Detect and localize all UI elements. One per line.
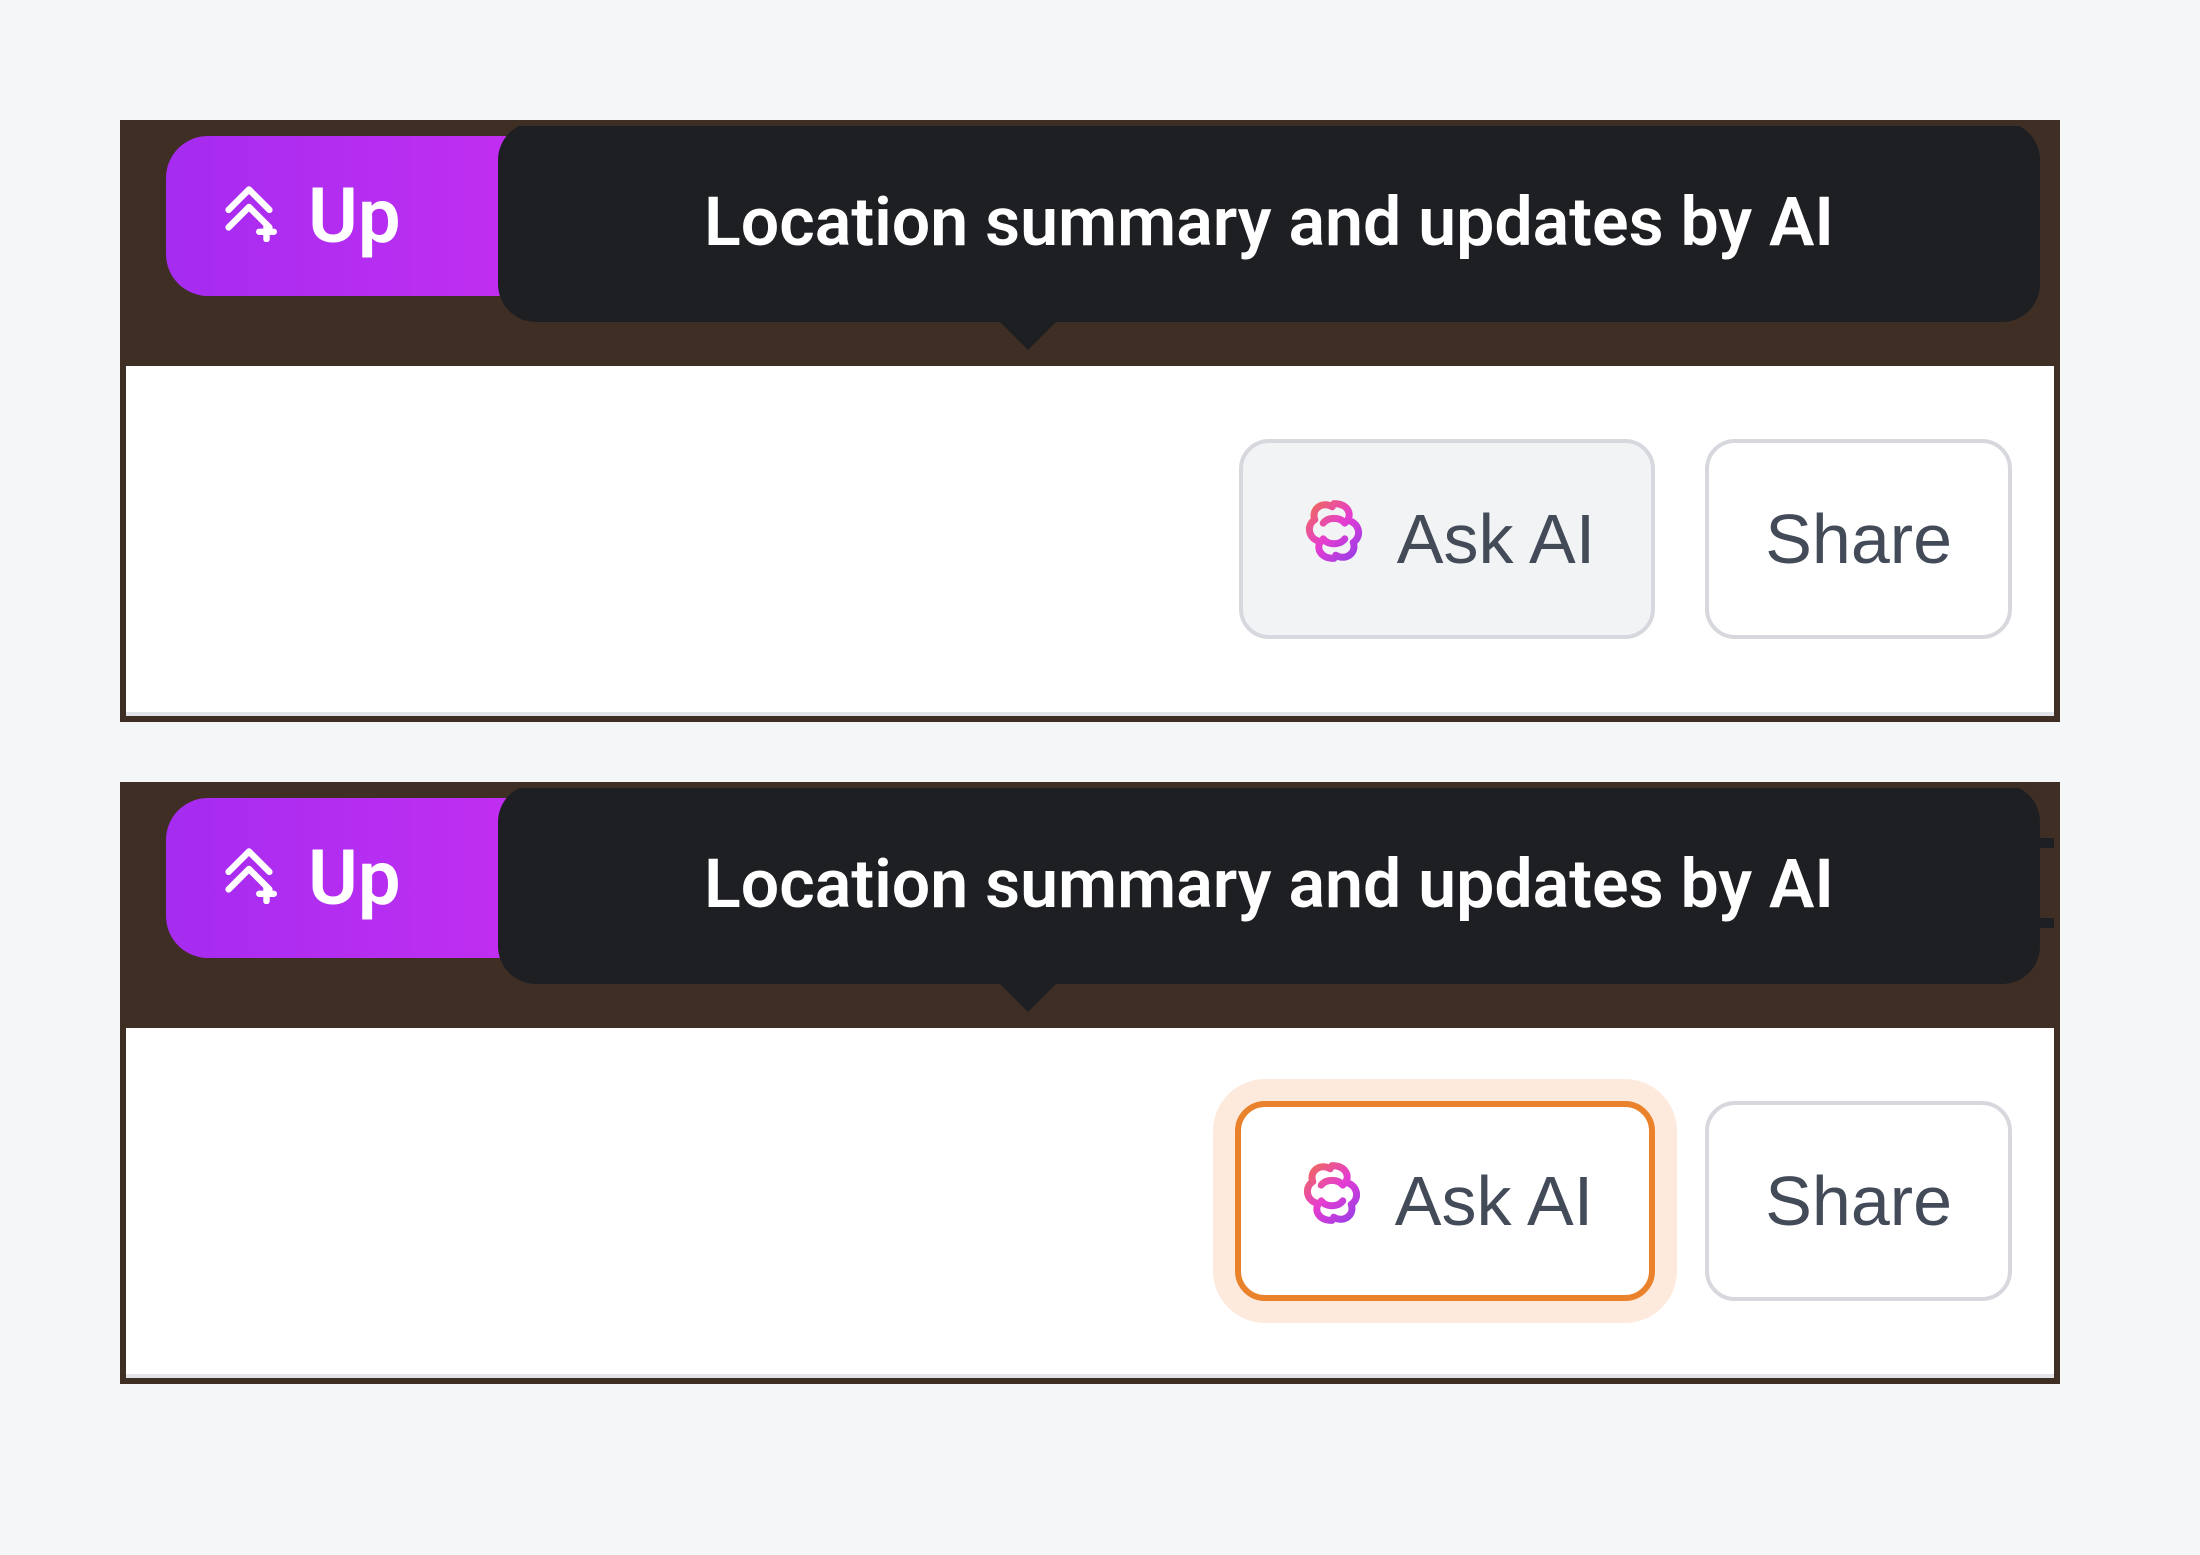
chrome-bar: Up Location summary and updates by AI: [126, 788, 2054, 1028]
menu-icon[interactable]: [2034, 838, 2054, 928]
ai-knot-icon: [1297, 1158, 1367, 1244]
ai-knot-icon: [1299, 496, 1369, 582]
component-state-focus: Up Location summary and updates by AI: [120, 782, 2060, 1384]
tooltip-text: Location summary and updates by AI: [704, 182, 1834, 262]
action-row: Ask AI Share: [126, 366, 2054, 716]
upgrade-label: Up: [308, 833, 401, 923]
ask-ai-label: Ask AI: [1395, 1161, 1593, 1241]
ask-ai-button[interactable]: Ask AI: [1239, 439, 1655, 639]
tooltip-arrow-icon: [998, 320, 1058, 350]
share-label: Share: [1765, 1161, 1952, 1241]
action-row: Ask AI Share: [126, 1028, 2054, 1378]
component-state-hover: Up Location summary and updates by AI: [120, 120, 2060, 722]
share-button[interactable]: Share: [1705, 1101, 2012, 1301]
ask-ai-button[interactable]: Ask AI: [1235, 1101, 1655, 1301]
share-label: Share: [1765, 499, 1952, 579]
share-button[interactable]: Share: [1705, 439, 2012, 639]
ask-ai-label: Ask AI: [1397, 499, 1595, 579]
tooltip-text: Location summary and updates by AI: [704, 844, 1834, 924]
ask-ai-tooltip: Location summary and updates by AI: [498, 788, 2040, 984]
tooltip-arrow-icon: [998, 982, 1058, 1012]
ask-ai-tooltip: Location summary and updates by AI: [498, 126, 2040, 322]
chrome-bar: Up Location summary and updates by AI: [126, 126, 2054, 366]
upgrade-icon: [214, 171, 284, 261]
upgrade-label: Up: [308, 171, 401, 261]
upgrade-icon: [214, 833, 284, 923]
